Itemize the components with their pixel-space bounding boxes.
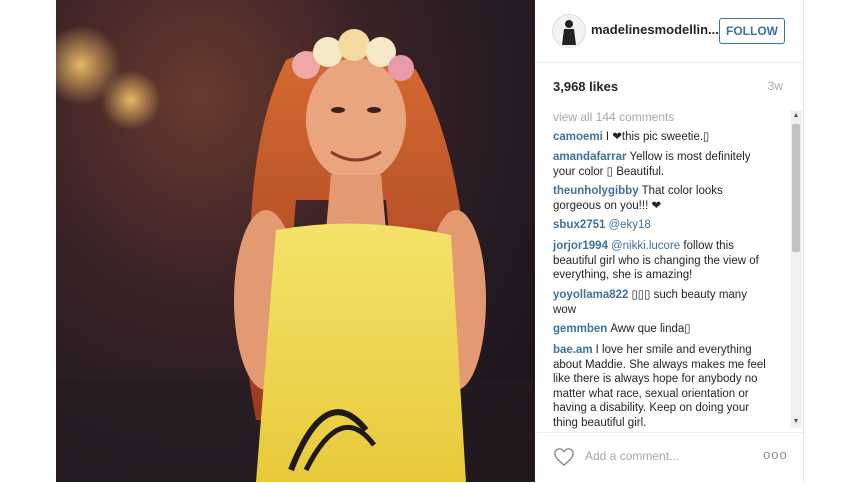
comment-text: I ❤this pic sweetie.▯ bbox=[605, 131, 710, 143]
view-all-comments-link[interactable]: view all 144 comments bbox=[553, 110, 674, 124]
post-photo bbox=[56, 0, 535, 482]
avatar[interactable] bbox=[552, 14, 586, 48]
comment-item: theunholygibby That color looks gorgeous … bbox=[553, 184, 773, 213]
comment-item: bae.am I love her smile and everything ab… bbox=[553, 343, 773, 430]
comment-item: jorjor1994 @nikki.lucore follow this beau… bbox=[553, 239, 773, 283]
post-age[interactable]: 3w bbox=[768, 79, 783, 93]
comments-scrollbar[interactable]: ▲ ▼ bbox=[790, 110, 802, 428]
post-details-panel: madelinesmodellin... FOLLOW 3,968 likes … bbox=[535, 0, 804, 482]
comment-item: amandafarrar Yellow is most definitely yo… bbox=[553, 150, 773, 179]
more-options-icon[interactable]: ooo bbox=[763, 447, 788, 462]
comment-text: I love her smile and everything about Ma… bbox=[553, 344, 766, 429]
comment-text: Aww que linda▯ bbox=[610, 323, 691, 335]
scroll-up-arrow[interactable]: ▲ bbox=[790, 110, 802, 122]
comment-username[interactable]: yoyollama822 bbox=[553, 289, 628, 301]
heart-icon[interactable] bbox=[553, 447, 575, 467]
add-comment-input[interactable]: Add a comment... bbox=[585, 449, 679, 463]
scroll-thumb[interactable] bbox=[792, 124, 800, 252]
comment-username[interactable]: amandafarrar bbox=[553, 151, 627, 163]
comment-item: yoyollama822 ▯▯▯ such beauty many wow bbox=[553, 288, 773, 317]
post-footer: Add a comment... ooo bbox=[535, 432, 803, 483]
username-link[interactable]: madelinesmodellin... bbox=[591, 22, 719, 37]
follow-button[interactable]: FOLLOW bbox=[719, 18, 785, 44]
likes-count[interactable]: 3,968 likes bbox=[553, 79, 618, 94]
photo-illustration bbox=[56, 25, 535, 482]
comment-item: gemmben Aww que linda▯ bbox=[553, 322, 773, 337]
comment-username[interactable]: theunholygibby bbox=[553, 185, 639, 197]
comment-item: camoemi I ❤this pic sweetie.▯ bbox=[553, 130, 773, 145]
scroll-down-arrow[interactable]: ▼ bbox=[790, 416, 802, 428]
avatar-figure-icon bbox=[562, 20, 576, 45]
comment-username[interactable]: camoemi bbox=[553, 131, 603, 143]
comment-username[interactable]: sbux2751 bbox=[553, 219, 605, 231]
comment-username[interactable]: bae.am bbox=[553, 344, 593, 356]
comment-mention[interactable]: @eky18 bbox=[608, 219, 650, 231]
comment-mention[interactable]: @nikki.lucore bbox=[611, 240, 680, 252]
post-header: madelinesmodellin... FOLLOW bbox=[535, 0, 803, 63]
comments-list: view all 144 comments camoemi I ❤this pic… bbox=[535, 108, 790, 430]
comment-item: sbux2751 @eky18 bbox=[553, 218, 773, 233]
comment-username[interactable]: gemmben bbox=[553, 323, 607, 335]
comment-username[interactable]: jorjor1994 bbox=[553, 240, 608, 252]
